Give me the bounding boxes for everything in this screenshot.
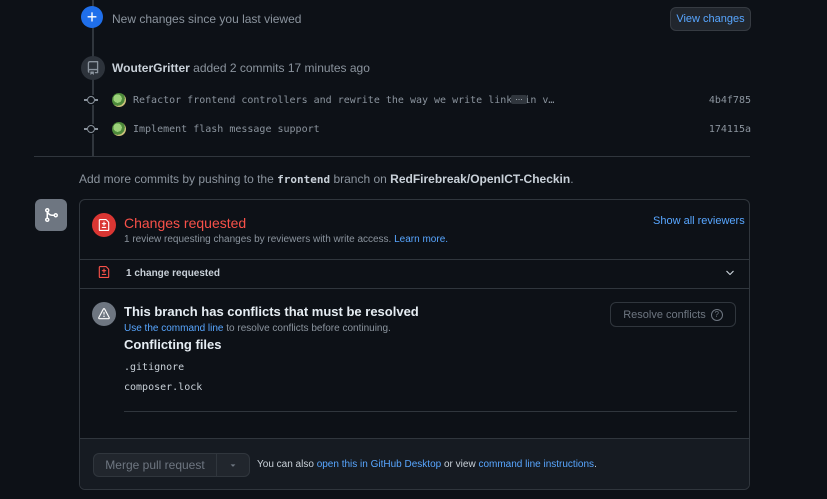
change-requested-toggle[interactable]: 1 change requested — [126, 268, 220, 279]
alert-icon — [92, 302, 116, 326]
push-user-link[interactable]: WouterGritter — [112, 61, 190, 75]
commit-message-link[interactable]: Refactor frontend controllers and rewrit… — [133, 95, 554, 106]
conflicting-file: .gitignore — [124, 362, 185, 373]
commit-message-link[interactable]: Implement flash message support — [133, 124, 320, 135]
row-divider — [80, 438, 749, 439]
files-divider — [124, 411, 737, 412]
command-line-instructions-link[interactable]: command line instructions — [478, 459, 594, 470]
question-icon: ? — [710, 308, 723, 321]
expand-commit-button[interactable]: … — [511, 94, 527, 104]
file-diff-icon — [92, 213, 116, 237]
conflicting-file: composer.lock — [124, 382, 203, 393]
git-merge-icon — [35, 199, 67, 231]
add-more-middle: branch on — [333, 172, 387, 186]
learn-more-link[interactable]: Learn more. — [394, 234, 448, 245]
resolve-conflicts-button[interactable]: Resolve conflicts ? — [610, 302, 736, 327]
merge-alternatives-text: You can also open this in GitHub Desktop… — [257, 459, 597, 470]
repo-push-icon — [81, 56, 105, 80]
also-suffix: . — [594, 459, 597, 470]
commit-sha-link[interactable]: 4b4f785 — [709, 95, 751, 106]
changes-requested-subtitle: 1 review requesting changes by reviewers… — [124, 234, 448, 245]
merge-method-dropdown[interactable] — [217, 453, 250, 477]
add-more-prefix: Add more commits by pushing to the — [79, 172, 274, 186]
review-subtitle-text: 1 review requesting changes by reviewers… — [124, 234, 392, 245]
view-changes-button[interactable]: View changes — [670, 7, 751, 31]
new-changes-text: New changes since you last viewed — [112, 12, 302, 26]
conflicts-subtitle-rest: to resolve conflicts before continuing. — [226, 323, 391, 334]
conflicting-files-title: Conflicting files — [124, 337, 222, 352]
chevron-down-icon[interactable] — [724, 267, 736, 282]
merge-box: Changes requested 1 review requesting ch… — [79, 199, 750, 490]
github-desktop-link[interactable]: open this in GitHub Desktop — [317, 459, 442, 470]
avatar[interactable] — [112, 122, 126, 136]
or-view-text: or view — [443, 459, 476, 470]
git-commit-icon — [84, 95, 98, 105]
git-commit-icon — [84, 124, 98, 134]
also-prefix: You can also — [257, 459, 314, 470]
push-event-text: WouterGritter added 2 commits 17 minutes… — [112, 61, 370, 75]
plus-icon: + — [81, 6, 103, 28]
add-more-commits-text: Add more commits by pushing to the front… — [79, 172, 574, 186]
commit-sha-link[interactable]: 174115a — [709, 124, 751, 135]
push-action: added 2 commits 17 minutes ago — [193, 61, 370, 75]
timeline-divider — [34, 156, 750, 157]
changes-requested-title: Changes requested — [124, 215, 247, 231]
avatar[interactable] — [112, 93, 126, 107]
merge-pull-request-button[interactable]: Merge pull request — [93, 453, 217, 477]
row-divider — [80, 288, 749, 289]
branch-name: frontend — [277, 173, 331, 186]
command-line-link[interactable]: Use the command line — [124, 323, 224, 334]
row-divider — [80, 259, 749, 260]
show-all-reviewers-link[interactable]: Show all reviewers — [653, 215, 745, 227]
conflicts-subtitle: Use the command line to resolve conflict… — [124, 323, 391, 334]
triangle-down-icon — [230, 464, 236, 467]
add-more-suffix: . — [570, 172, 574, 186]
conflicts-title: This branch has conflicts that must be r… — [124, 304, 419, 319]
resolve-conflicts-label: Resolve conflicts — [623, 308, 706, 321]
file-diff-icon — [98, 266, 110, 281]
repo-link[interactable]: RedFirebreak/OpenICT-Checkin — [390, 172, 570, 186]
